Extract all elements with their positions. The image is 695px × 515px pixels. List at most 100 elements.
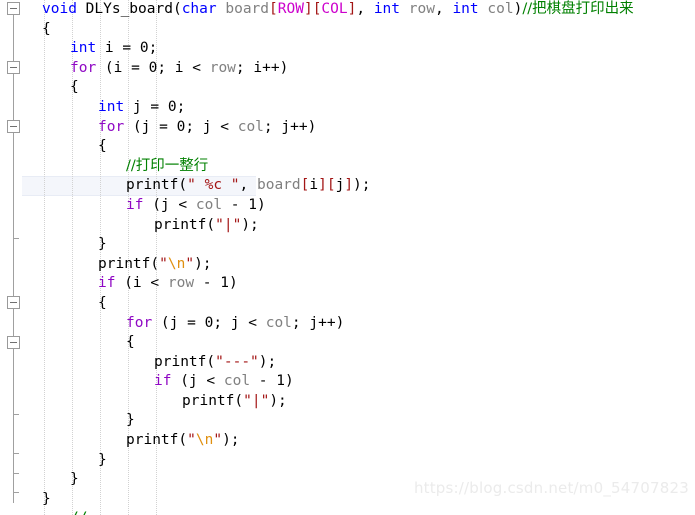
token-7-0: for	[98, 118, 125, 135]
token-19-0: printf	[154, 353, 207, 370]
token-6-3: ;	[176, 98, 186, 115]
token-23-1: (	[178, 432, 188, 449]
token-15-0: if	[98, 275, 116, 292]
code-line-15[interactable]: if (i < row - 1)	[0, 274, 634, 294]
fold-end-tick-5	[13, 492, 19, 493]
code-line-11[interactable]: if (j < col - 1)	[0, 196, 634, 216]
token-23-3: \n	[195, 432, 214, 449]
token-3-1: i =	[96, 40, 140, 57]
token-10-4: board	[256, 177, 301, 194]
code-line-20[interactable]: if (j < col - 1)	[0, 372, 634, 392]
token-25-0: }	[70, 471, 79, 488]
token-6-2: 0	[167, 98, 177, 115]
code-line-18[interactable]: {	[0, 333, 634, 353]
token-1-22: //把棋盘打印出来	[522, 1, 634, 17]
outlining-gutter[interactable]	[0, 0, 22, 515]
token-3-2: 0	[139, 40, 149, 57]
token-11-1: (j <	[143, 196, 196, 213]
token-14-5: );	[194, 255, 212, 272]
token-20-5: )	[285, 373, 294, 390]
token-20-2: col	[223, 373, 251, 390]
token-10-2: " %c "	[187, 177, 240, 194]
code-line-1[interactable]: void DLYs_board(char board[ROW][COL], in…	[0, 0, 634, 20]
code-line-23[interactable]: printf("\n");	[0, 431, 634, 451]
token-1-18: int	[452, 1, 479, 17]
code-line-24[interactable]: }	[0, 451, 634, 471]
code-line-6[interactable]: int j = 0;	[0, 98, 634, 118]
token-10-9: j	[335, 177, 345, 194]
token-20-1: (j <	[171, 373, 224, 390]
code-line-12[interactable]: printf("|");	[0, 216, 634, 236]
token-1-16: row	[408, 1, 435, 17]
token-12-0: printf	[154, 216, 207, 233]
token-13-0: }	[98, 236, 107, 253]
code-text-area[interactable]: void DLYs_board(char board[ROW][COL], in…	[0, 0, 634, 515]
token-1-3: (	[172, 1, 182, 17]
token-7-5: ; j++)	[263, 118, 317, 135]
token-1-11: COL	[321, 1, 348, 17]
code-line-5[interactable]: {	[0, 78, 634, 98]
token-5-0: {	[70, 79, 79, 96]
token-1-9: ]	[303, 1, 313, 17]
token-14-3: \n	[167, 255, 186, 272]
token-1-8: ROW	[277, 1, 304, 17]
token-20-4: 1	[276, 373, 285, 390]
token-8-0: {	[98, 138, 107, 155]
code-editor-surface[interactable]: void DLYs_board(char board[ROW][COL], in…	[0, 0, 695, 515]
code-line-3[interactable]: int i = 0;	[0, 39, 634, 59]
token-27-0: //	[70, 510, 87, 515]
code-line-17[interactable]: for (j = 0; j < col; j++)	[0, 314, 634, 334]
code-line-4[interactable]: for (i = 0; i < row; i++)	[0, 59, 634, 79]
token-1-21: )	[513, 1, 523, 17]
code-line-13[interactable]: }	[0, 235, 634, 255]
token-12-1: (	[206, 216, 216, 233]
fold-toggle-fold-separator-for[interactable]	[7, 336, 20, 349]
token-21-1: (	[234, 392, 244, 409]
token-11-0: if	[126, 196, 144, 213]
token-17-0: for	[126, 314, 153, 331]
fold-toggle-fold-outer-for[interactable]	[7, 61, 20, 74]
code-line-27[interactable]: //	[0, 509, 634, 515]
code-line-9[interactable]: //打印一整行	[0, 157, 634, 177]
token-1-6: board	[225, 1, 270, 17]
code-line-10[interactable]: printf(" %c ", board[i][j]);	[0, 176, 634, 196]
token-1-13: ,	[356, 1, 374, 17]
fold-toggle-fold-function-body[interactable]	[7, 2, 20, 15]
fold-toggle-fold-if-row[interactable]	[7, 296, 20, 309]
token-21-2: "|"	[243, 392, 270, 409]
token-10-8: [	[326, 177, 336, 194]
token-3-0: int	[70, 40, 97, 57]
code-line-2[interactable]: {	[0, 20, 634, 40]
token-3-3: ;	[148, 40, 158, 57]
code-line-14[interactable]: printf("\n");	[0, 255, 634, 275]
code-line-8[interactable]: {	[0, 137, 634, 157]
token-20-0: if	[154, 373, 172, 390]
token-1-20: col	[487, 1, 514, 17]
code-line-7[interactable]: for (j = 0; j < col; j++)	[0, 118, 634, 138]
code-line-16[interactable]: {	[0, 294, 634, 314]
token-1-4: char	[181, 1, 217, 17]
token-1-17: ,	[434, 1, 453, 17]
outlining-spine	[13, 8, 14, 503]
token-14-4: "	[185, 255, 195, 272]
token-18-0: {	[126, 334, 135, 351]
token-12-2: "|"	[215, 216, 242, 233]
token-10-3: ,	[239, 177, 257, 194]
token-9-0: //打印一整行	[126, 157, 209, 174]
fold-end-tick-4	[13, 473, 19, 474]
token-17-1: (j =	[152, 314, 205, 331]
token-19-1: (	[206, 353, 216, 370]
token-14-2: "	[159, 255, 168, 272]
token-23-4: "	[213, 432, 223, 449]
code-line-21[interactable]: printf("|");	[0, 392, 634, 412]
token-21-0: printf	[182, 392, 235, 409]
token-21-3: );	[269, 392, 287, 409]
token-10-11: );	[353, 177, 371, 194]
code-line-19[interactable]: printf("---");	[0, 353, 634, 373]
token-7-3: ; j <	[185, 118, 238, 135]
fold-toggle-fold-inner-for[interactable]	[7, 120, 20, 133]
token-6-0: int	[98, 98, 125, 115]
token-4-1: (i =	[96, 59, 149, 76]
code-line-22[interactable]: }	[0, 411, 634, 431]
token-7-4: col	[237, 118, 264, 135]
